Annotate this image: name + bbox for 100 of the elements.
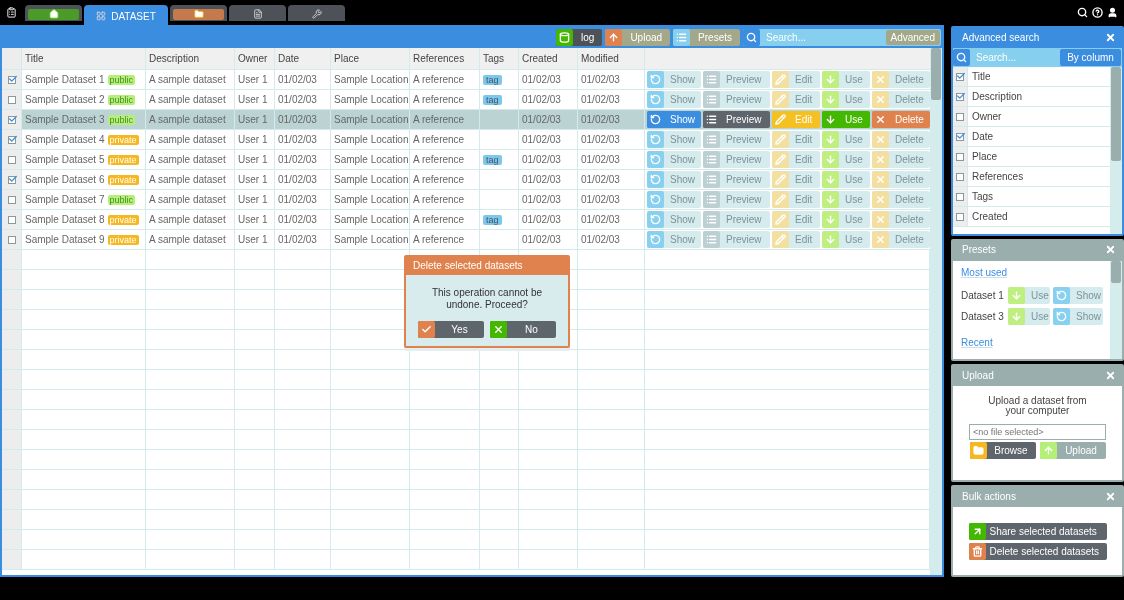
column-option[interactable]: References [968, 167, 1110, 186]
by-column-button[interactable]: By column [1060, 49, 1121, 66]
delete-button[interactable]: Delete [872, 71, 930, 88]
column-option[interactable]: Place [968, 147, 1110, 166]
use-button[interactable]: Use [822, 171, 870, 188]
share-selected-button[interactable]: Share selected datasets [968, 522, 1107, 540]
column-option[interactable]: Title [968, 67, 1110, 86]
preview-button[interactable]: Preview [703, 191, 770, 208]
table-row[interactable]: Sample Dataset 7 public A sample dataset User 1 01/02/03 Sample Location A reference 01/02/03 01/02/03 Show Preview Edit Use Delete [2, 190, 930, 210]
delete-selected-button[interactable]: Delete selected datasets [968, 542, 1107, 560]
recent-link[interactable]: Recent [961, 336, 1110, 348]
log-button[interactable]: log [556, 28, 603, 46]
most-used-link[interactable]: Most used [961, 266, 1110, 278]
table-cell: A sample dataset [146, 90, 235, 109]
delete-button[interactable]: Delete [872, 211, 930, 228]
use-button[interactable]: Use [822, 151, 870, 168]
preview-button[interactable]: Preview [703, 91, 770, 108]
table-row[interactable]: Sample Dataset 1 public A sample dataset User 1 01/02/03 Sample Location A reference tag 01/02/03 01/02/03 Show Preview Edit Use Delete [2, 70, 930, 90]
table-row[interactable]: Sample Dataset 6 private A sample dataset User 1 01/02/03 Sample Location A reference 01/02/03 01/02/03 Show Preview Edit Use Delete [2, 170, 930, 190]
tag-label[interactable]: tag [483, 94, 502, 105]
column-header[interactable]: Created [519, 48, 578, 69]
show-button[interactable]: Show [1053, 286, 1103, 304]
preview-button[interactable]: Preview [703, 171, 770, 188]
use-button[interactable]: Use [822, 91, 870, 108]
column-option[interactable]: Description [968, 87, 1110, 106]
show-button[interactable]: Show [647, 171, 701, 188]
column-header[interactable]: Title [22, 48, 146, 69]
column-header[interactable]: Description [146, 48, 235, 69]
show-button[interactable]: Show [1053, 307, 1103, 325]
use-button[interactable]: Use [822, 71, 870, 88]
edit-button[interactable]: Edit [772, 171, 820, 188]
preset-name: Dataset 3 [961, 310, 1005, 322]
delete-button[interactable]: Delete [872, 191, 930, 208]
column-option[interactable]: Owner [968, 107, 1110, 126]
yes-button[interactable]: Yes [418, 321, 484, 338]
edit-button[interactable]: Edit [772, 111, 820, 128]
use-button[interactable]: Use [1008, 307, 1050, 325]
column-header[interactable]: Place [331, 48, 410, 69]
tag-label[interactable]: tag [483, 74, 502, 85]
preview-button[interactable]: Preview [703, 111, 770, 128]
delete-button[interactable]: Delete [872, 111, 930, 128]
column-option[interactable]: Created [968, 207, 1110, 226]
edit-button[interactable]: Edit [772, 211, 820, 228]
delete-button[interactable]: Delete [872, 231, 930, 248]
column-option[interactable]: Date [968, 127, 1110, 146]
show-button[interactable]: Show [647, 211, 701, 228]
column-header[interactable]: References [410, 48, 480, 69]
use-button[interactable]: Use [822, 111, 870, 128]
use-button[interactable]: Use [1008, 286, 1050, 304]
preview-button[interactable]: Preview [703, 231, 770, 248]
delete-button[interactable]: Delete [872, 171, 930, 188]
use-button[interactable]: Use [822, 191, 870, 208]
presets-button[interactable]: Presets [673, 28, 740, 46]
column-header[interactable]: Date [275, 48, 331, 69]
search-field[interactable]: Search... Advanced [743, 28, 941, 46]
table-cell: 01/02/03 [578, 230, 645, 249]
column-header[interactable]: Modified [578, 48, 645, 69]
search-field[interactable]: Search... By column [953, 48, 1122, 67]
table-row[interactable]: Sample Dataset 5 private A sample dataset User 1 01/02/03 Sample Location A reference tag 01/02/03 01/02/03 Show Preview Edit Use Delete [2, 150, 930, 170]
table-cell: 01/02/03 [578, 170, 645, 189]
column-header[interactable]: Owner [235, 48, 275, 69]
edit-button[interactable]: Edit [772, 91, 820, 108]
use-button[interactable]: Use [822, 231, 870, 248]
browse-button[interactable]: Browse [969, 442, 1036, 460]
edit-button[interactable]: Edit [772, 71, 820, 88]
column-header[interactable]: Tags [480, 48, 519, 69]
show-button[interactable]: Show [647, 111, 701, 128]
tag-label[interactable]: tag [483, 214, 502, 225]
tag-label[interactable]: tag [483, 154, 502, 165]
edit-button[interactable]: Edit [772, 131, 820, 148]
show-button[interactable]: Show [647, 151, 701, 168]
use-button[interactable]: Use [822, 131, 870, 148]
no-button[interactable]: No [490, 321, 556, 338]
table-row[interactable]: Sample Dataset 9 private A sample dataset User 1 01/02/03 Sample Location A reference 01/02/03 01/02/03 Show Preview Edit Use Delete [2, 230, 930, 250]
show-button[interactable]: Show [647, 131, 701, 148]
file-field[interactable]: <no file selected> [969, 424, 1106, 441]
delete-button[interactable]: Delete [872, 151, 930, 168]
show-button[interactable]: Show [647, 91, 701, 108]
preview-button[interactable]: Preview [703, 131, 770, 148]
show-button[interactable]: Show [647, 231, 701, 248]
dataset-tab[interactable]: DATASET [84, 5, 168, 25]
table-row[interactable]: Sample Dataset 8 private A sample dataset User 1 01/02/03 Sample Location A reference tag 01/02/03 01/02/03 Show Preview Edit Use Delete [2, 210, 930, 230]
show-button[interactable]: Show [647, 191, 701, 208]
delete-button[interactable]: Delete [872, 91, 930, 108]
edit-button[interactable]: Edit [772, 231, 820, 248]
table-cell: A sample dataset [146, 190, 235, 209]
preview-button[interactable]: Preview [703, 211, 770, 228]
edit-button[interactable]: Edit [772, 191, 820, 208]
table-row[interactable]: Sample Dataset 4 private A sample dataset User 1 01/02/03 Sample Location A reference 01/02/03 01/02/03 Show Preview Edit Use Delete [2, 130, 930, 150]
show-button[interactable]: Show [647, 71, 701, 88]
preview-button[interactable]: Preview [703, 151, 770, 168]
table-row[interactable]: Sample Dataset 3 public A sample dataset User 1 01/02/03 Sample Location A reference 01/02/03 01/02/03 Show Preview Edit Use Delete [2, 110, 930, 130]
delete-button[interactable]: Delete [872, 131, 930, 148]
column-option[interactable]: Tags [968, 187, 1110, 206]
upload-button[interactable]: Upload [605, 28, 671, 46]
table-cell: 01/02/03 [578, 90, 645, 109]
edit-button[interactable]: Edit [772, 151, 820, 168]
preview-button[interactable]: Preview [703, 71, 770, 88]
use-button[interactable]: Use [822, 211, 870, 228]
advanced-button[interactable]: Advanced [885, 29, 940, 45]
